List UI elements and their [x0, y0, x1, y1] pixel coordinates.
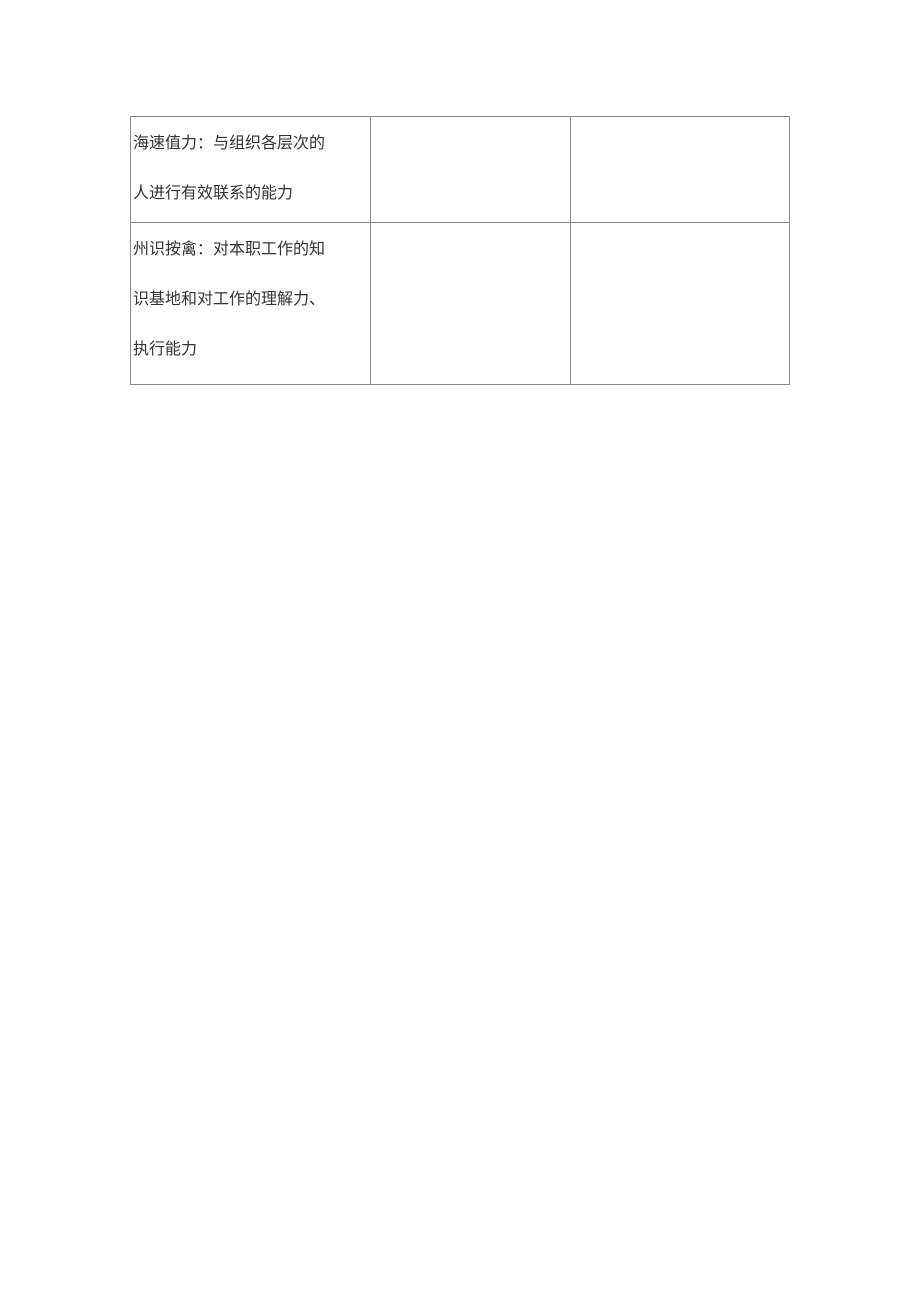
criteria-text-line: 海速值力：与组织各层次的 [133, 119, 368, 169]
criteria-text-line: 执行能力 [133, 325, 368, 375]
evaluation-table: 海速值力：与组织各层次的 人进行有效联系的能力 州识按禽：对本职工作的知 识基地… [130, 116, 790, 385]
table-row: 州识按禽：对本职工作的知 识基地和对工作的理解力、 执行能力 [131, 223, 790, 385]
criteria-text-line: 人进行有效联系的能力 [133, 169, 368, 219]
criteria-text-line: 州识按禽：对本职工作的知 [133, 225, 368, 275]
empty-cell [571, 117, 790, 223]
table-row: 海速值力：与组织各层次的 人进行有效联系的能力 [131, 117, 790, 223]
criteria-text-line: 识基地和对工作的理解力、 [133, 275, 368, 325]
empty-cell [371, 117, 571, 223]
empty-cell [371, 223, 571, 385]
empty-cell [571, 223, 790, 385]
criteria-cell: 海速值力：与组织各层次的 人进行有效联系的能力 [131, 117, 371, 223]
criteria-cell: 州识按禽：对本职工作的知 识基地和对工作的理解力、 执行能力 [131, 223, 371, 385]
document-page: 海速值力：与组织各层次的 人进行有效联系的能力 州识按禽：对本职工作的知 识基地… [0, 0, 920, 385]
